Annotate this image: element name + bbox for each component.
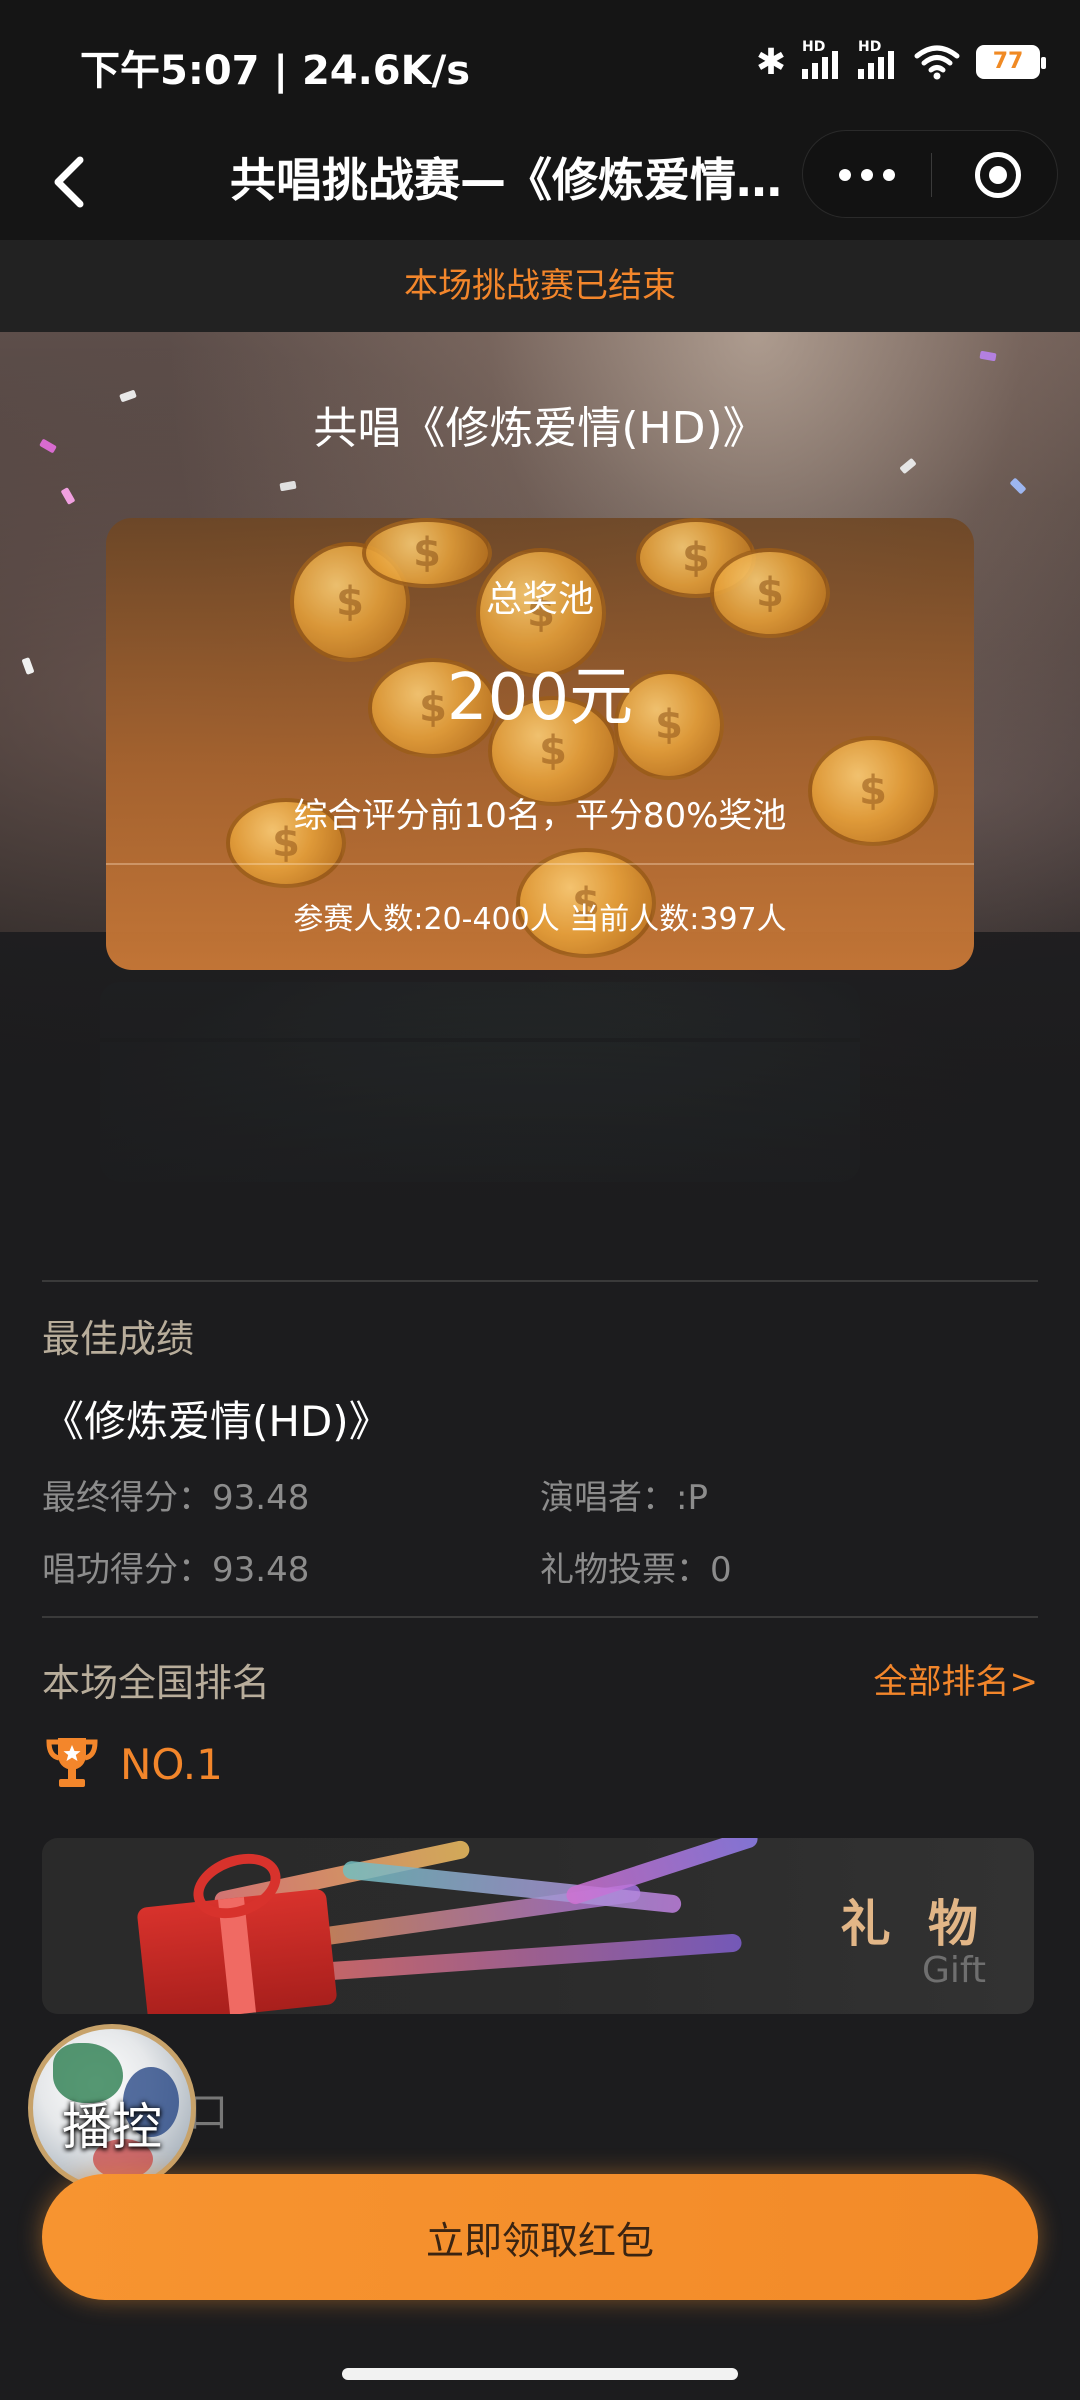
status-icons: ✱ HD HD 77 bbox=[755, 39, 1046, 84]
confetti bbox=[899, 457, 917, 475]
hd-badge-2: HD bbox=[858, 39, 882, 55]
participant-count: 参赛人数:20-400人 当前人数:397人 bbox=[293, 902, 787, 937]
battery-icon: 77 bbox=[976, 45, 1046, 79]
ribbon-streamer bbox=[321, 1933, 743, 1981]
section-divider bbox=[42, 1280, 1038, 1282]
playback-control-float-button[interactable]: 播控 bbox=[28, 2024, 196, 2192]
signal-icon: HD bbox=[802, 39, 842, 79]
confetti bbox=[1009, 477, 1027, 495]
confetti bbox=[60, 487, 76, 505]
gift-title-cn: 礼 物 bbox=[840, 1895, 988, 1953]
prize-pool-card: 总奖池 200元 综合评分前10名，平分80%奖池 参赛人数:20-400人 当… bbox=[106, 518, 974, 970]
confetti bbox=[979, 350, 997, 362]
close-mini-program-button[interactable] bbox=[953, 131, 1043, 219]
app-page: 下午5:07 | 24.6K/s ✱ HD HD 77 共唱挑战赛—《修炼爱情…… bbox=[0, 0, 1080, 2400]
final-score: 最终得分：93.48 bbox=[42, 1478, 310, 1518]
target-icon bbox=[975, 152, 1021, 198]
hd-badge: HD bbox=[802, 39, 826, 55]
national-ranking-label: 本场全国排名 bbox=[42, 1661, 271, 1705]
gift-title-en: Gift bbox=[921, 1950, 986, 1991]
more-button[interactable] bbox=[803, 131, 931, 219]
status-time: 下午5:07 | 24.6K/s bbox=[80, 48, 471, 94]
status-bar: 下午5:07 | 24.6K/s ✱ HD HD 77 bbox=[0, 0, 1080, 120]
trophy-icon bbox=[46, 1738, 98, 1787]
prize-pool-amount: 200元 bbox=[446, 661, 634, 735]
home-indicator[interactable] bbox=[342, 2368, 738, 2380]
confetti bbox=[279, 480, 297, 492]
gift-votes: 礼物投票：0 bbox=[540, 1550, 732, 1590]
rank-position: NO.1 bbox=[120, 1740, 223, 1789]
crowd-shadow bbox=[0, 932, 1080, 1252]
confetti bbox=[21, 657, 35, 675]
back-button[interactable] bbox=[30, 142, 110, 222]
hero-title: 共唱《修炼爱情(HD)》 bbox=[313, 403, 767, 454]
wifi-icon bbox=[914, 45, 960, 80]
hero-banner: 共唱《修炼爱情(HD)》 总奖池 200元 综合评分前10名，平分80%奖池 参… bbox=[0, 332, 1080, 1252]
best-result-label: 最佳成绩 bbox=[42, 1317, 195, 1361]
prize-divider bbox=[106, 863, 974, 865]
singer-name: 演唱者：:P bbox=[540, 1478, 708, 1518]
song-name: 《修炼爱情(HD)》 bbox=[42, 1397, 391, 1446]
float-button-label: 播控 bbox=[62, 2098, 162, 2156]
all-rankings-link[interactable]: 全部排名> bbox=[874, 1654, 1039, 1703]
mini-program-capsule bbox=[802, 130, 1058, 218]
prize-rule: 综合评分前10名，平分80%奖池 bbox=[293, 796, 787, 836]
nav-bar: 共唱挑战赛—《修炼爱情… bbox=[0, 120, 1080, 240]
chevron-left-icon bbox=[54, 156, 84, 208]
capsule-divider bbox=[931, 153, 932, 197]
page-title: 共唱挑战赛—《修炼爱情… bbox=[230, 153, 782, 207]
section-divider bbox=[42, 1616, 1038, 1618]
battery-level: 77 bbox=[992, 49, 1024, 74]
bluetooth-icon: ✱ bbox=[755, 41, 786, 83]
challenge-ended-notice: 本场挑战赛已结束 bbox=[0, 240, 1080, 332]
prize-pool-label: 总奖池 bbox=[485, 579, 594, 620]
signal-icon-2: HD bbox=[858, 39, 898, 79]
gift-banner[interactable]: 礼 物 Gift bbox=[42, 1838, 1034, 2014]
skill-score: 唱功得分：93.48 bbox=[42, 1550, 310, 1590]
more-dots-icon bbox=[839, 169, 851, 181]
claim-red-packet-button[interactable]: 立即领取红包 bbox=[42, 2174, 1038, 2300]
